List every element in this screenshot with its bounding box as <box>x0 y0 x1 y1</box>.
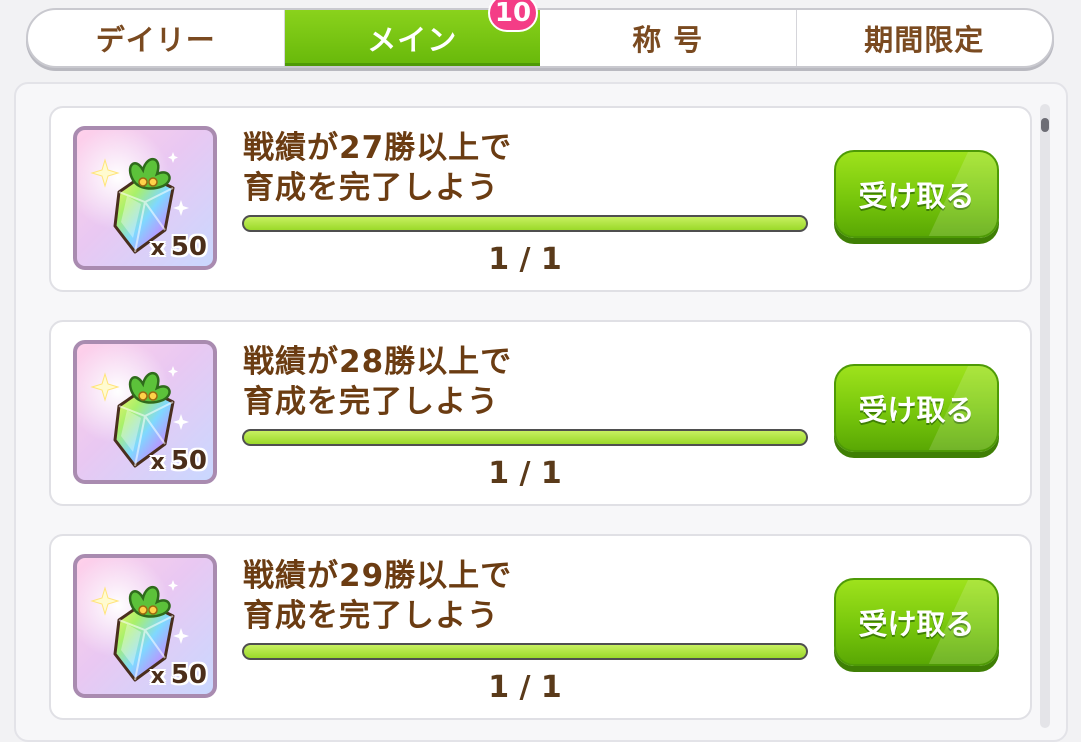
mission-title-line2: 育成を完了しよう <box>243 598 499 634</box>
reward-quantity: x 50 <box>150 660 207 690</box>
mission-card: x 50 戦績が28勝以上で 育成を完了しよう 1 / 1 受け取る <box>49 320 1032 506</box>
mission-title-line1: 戦績が29勝以上で <box>243 558 513 594</box>
tab-label: 称 号 <box>632 23 704 57</box>
progress-fill <box>244 431 806 444</box>
mission-title: 戦績が29勝以上で 育成を完了しよう <box>243 556 803 636</box>
tab-limited[interactable]: 期間限定 <box>797 10 1053 66</box>
tab-label: デイリー <box>95 23 216 57</box>
mission-title: 戦績が28勝以上で 育成を完了しよう <box>243 342 803 422</box>
mission-card: x 50 戦績が27勝以上で 育成を完了しよう 1 / 1 受け取る <box>49 106 1032 292</box>
progress-fill <box>244 217 806 230</box>
reward-quantity: x 50 <box>150 446 207 476</box>
tab-label: 期間限定 <box>864 23 985 57</box>
mission-title-line1: 戦績が28勝以上で <box>243 344 513 380</box>
reward-item[interactable]: x 50 <box>73 126 217 270</box>
mission-title-line2: 育成を完了しよう <box>243 170 499 206</box>
reward-item[interactable]: x 50 <box>73 340 217 484</box>
progress-bar <box>242 215 808 232</box>
scrollbar[interactable] <box>1040 104 1050 728</box>
progress-fill <box>244 645 806 658</box>
tab-label: メイン <box>367 23 458 57</box>
progress-count: 1 / 1 <box>488 670 562 705</box>
tab-daily[interactable]: デイリー <box>28 10 285 66</box>
claim-label: 受け取る <box>858 607 975 641</box>
tab-titles[interactable]: 称 号 <box>540 10 797 66</box>
progress-bar <box>242 643 808 660</box>
notification-badge: 10 <box>488 0 538 32</box>
claim-button[interactable]: 受け取る <box>834 578 999 666</box>
progress-bar <box>242 429 808 446</box>
progress-count: 1 / 1 <box>488 242 562 277</box>
claim-button[interactable]: 受け取る <box>834 150 999 238</box>
reward-quantity: x 50 <box>150 232 207 262</box>
reward-item[interactable]: x 50 <box>73 554 217 698</box>
claim-button[interactable]: 受け取る <box>834 364 999 452</box>
progress-count: 1 / 1 <box>488 456 562 491</box>
mission-card: x 50 戦績が29勝以上で 育成を完了しよう 1 / 1 受け取る <box>49 534 1032 720</box>
mission-title-line1: 戦績が27勝以上で <box>243 130 513 166</box>
tab-bar: デイリー メイン 称 号 期間限定 <box>26 8 1054 68</box>
mission-title-line2: 育成を完了しよう <box>243 384 499 420</box>
scrollbar-thumb[interactable] <box>1041 118 1049 132</box>
claim-label: 受け取る <box>858 179 975 213</box>
mission-title: 戦績が27勝以上で 育成を完了しよう <box>243 128 803 208</box>
claim-label: 受け取る <box>858 393 975 427</box>
